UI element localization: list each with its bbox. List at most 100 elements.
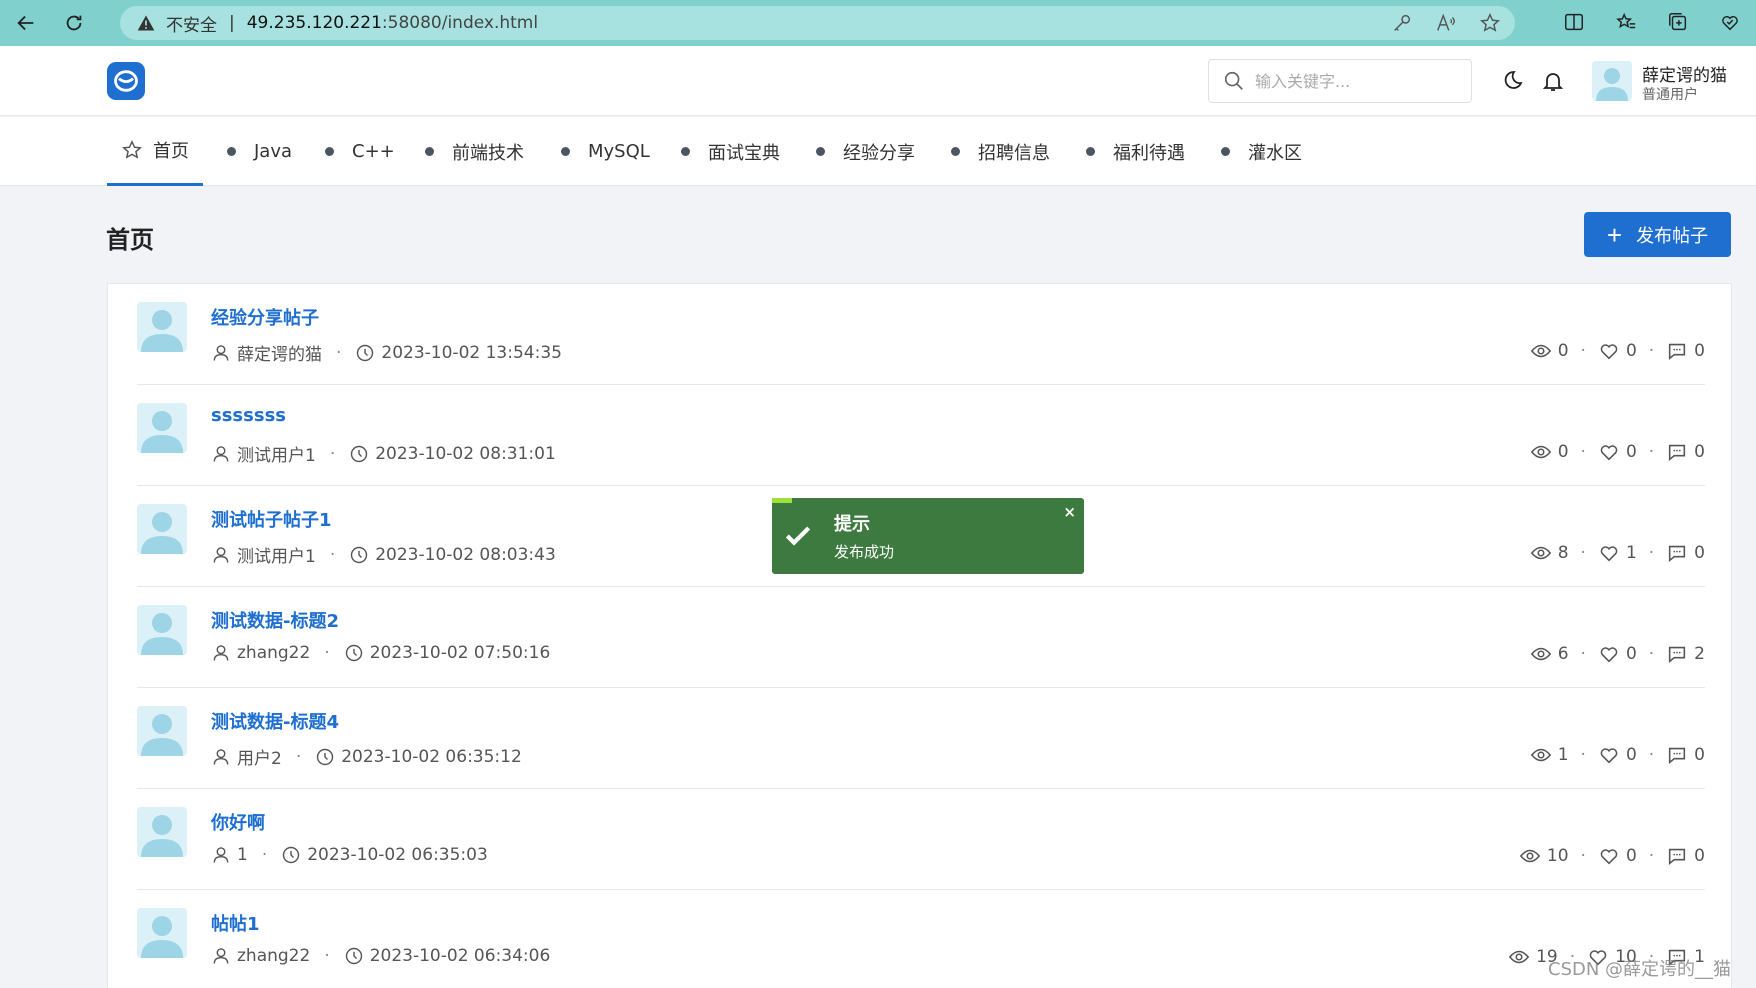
key-icon[interactable] xyxy=(1391,12,1413,34)
back-icon[interactable] xyxy=(6,3,46,43)
post-row[interactable]: 测试数据-标题2 zhang22 · 2023-10-02 07:50:16 6 · 0 · 2 xyxy=(137,587,1705,688)
like-count: 0 xyxy=(1625,442,1637,462)
post-time: 2023-10-02 08:31:01 xyxy=(375,443,556,464)
post-title[interactable]: 测试数据-标题4 xyxy=(211,708,339,734)
comment-icon[interactable] xyxy=(1666,542,1688,564)
nav-item-label: 福利待遇 xyxy=(1113,142,1185,164)
nav-item-jobs[interactable]: 招聘信息 xyxy=(951,117,1050,186)
read-aloud-icon[interactable] xyxy=(1435,12,1457,34)
post-title[interactable]: 测试帖子帖子1 xyxy=(211,506,332,532)
post-author[interactable]: 1 xyxy=(237,845,248,865)
view-count: 8 xyxy=(1557,543,1569,563)
stats-separator: · xyxy=(1580,846,1586,866)
stats-separator: · xyxy=(1648,543,1655,563)
clock-icon xyxy=(344,946,364,966)
author-avatar[interactable] xyxy=(137,504,187,554)
publish-post-button[interactable]: + 发布帖子 xyxy=(1584,212,1731,257)
heart-icon[interactable] xyxy=(1598,542,1620,564)
author-avatar[interactable] xyxy=(137,605,187,655)
notification-bell-icon[interactable] xyxy=(1541,69,1565,93)
author-avatar[interactable] xyxy=(137,807,187,857)
browser-essentials-icon[interactable] xyxy=(1716,8,1744,36)
clock-icon xyxy=(349,545,369,565)
comment-icon[interactable] xyxy=(1666,441,1688,463)
search-box[interactable] xyxy=(1208,59,1472,103)
view-count: 6 xyxy=(1557,644,1569,664)
post-time: 2023-10-02 13:54:35 xyxy=(381,342,562,363)
user-icon xyxy=(211,343,231,363)
comment-icon[interactable] xyxy=(1666,340,1688,362)
user-icon xyxy=(211,845,231,865)
heart-icon[interactable] xyxy=(1598,845,1620,867)
bullet-icon xyxy=(951,147,960,156)
post-row[interactable]: 经验分享帖子 薛定谔的猫 · 2023-10-02 13:54:35 0 · 0 · 0 xyxy=(137,284,1705,385)
post-author[interactable]: 测试用户1 xyxy=(237,542,316,567)
stats-separator: · xyxy=(1580,644,1586,664)
nav-item-cpp[interactable]: C++ xyxy=(325,117,395,186)
favorite-icon[interactable] xyxy=(1479,12,1501,34)
post-title[interactable]: 帖帖1 xyxy=(211,910,260,936)
post-author[interactable]: 用户2 xyxy=(237,744,282,769)
heart-icon[interactable] xyxy=(1598,441,1620,463)
post-author[interactable]: 薛定谔的猫 xyxy=(237,340,322,365)
post-author[interactable]: zhang22 xyxy=(237,946,310,966)
close-icon[interactable]: × xyxy=(1063,503,1076,521)
nav-item-interview[interactable]: 面试宝典 xyxy=(681,117,780,186)
user-avatar[interactable] xyxy=(1592,61,1632,101)
post-title[interactable]: 经验分享帖子 xyxy=(211,304,319,330)
post-row[interactable]: 帖帖1 zhang22 · 2023-10-02 06:34:06 19 · 10 · 1 xyxy=(137,890,1705,988)
clock-icon xyxy=(344,643,364,663)
eye-icon xyxy=(1530,542,1552,564)
nav-item-water[interactable]: 灌水区 xyxy=(1221,117,1302,186)
post-stats: 0 · 0 · 0 xyxy=(1530,340,1705,362)
author-avatar[interactable] xyxy=(137,403,187,453)
nav-item-label: 招聘信息 xyxy=(978,142,1050,164)
post-list: 经验分享帖子薛定谔的猫 · 2023-10-02 13:54:35 0 · 0 · 0 ssss… xyxy=(107,283,1732,988)
browser-toolbar: 不安全 | 49.235.120.221:58080/index.html xyxy=(0,0,1756,46)
nav-item-java[interactable]: Java xyxy=(227,117,292,186)
user-name[interactable]: 薛定谔的猫 xyxy=(1642,61,1727,86)
collections-icon[interactable] xyxy=(1664,8,1692,36)
nav-item-label: 灌水区 xyxy=(1248,142,1302,164)
refresh-icon[interactable] xyxy=(54,3,94,43)
heart-icon[interactable] xyxy=(1598,340,1620,362)
nav-item-label: MySQL xyxy=(588,141,650,162)
post-row[interactable]: sssssss 测试用户1 · 2023-10-02 08:31:01 0 · 0 · 0 xyxy=(137,385,1705,486)
site-logo[interactable] xyxy=(107,62,145,100)
clock-icon xyxy=(315,747,335,767)
comment-icon[interactable] xyxy=(1666,744,1688,766)
nav-item-label: Java xyxy=(254,141,293,162)
post-title[interactable]: 你好啊 xyxy=(211,809,265,835)
split-screen-icon[interactable] xyxy=(1560,8,1588,36)
post-row[interactable]: 测试数据-标题4 用户2 · 2023-10-02 06:35:12 1 · 0 · 0 xyxy=(137,688,1705,789)
search-input[interactable] xyxy=(1255,71,1455,91)
favorites-icon[interactable] xyxy=(1612,8,1640,36)
post-author[interactable]: 测试用户1 xyxy=(237,441,316,466)
bullet-icon xyxy=(227,147,236,156)
address-bar[interactable]: 不安全 | 49.235.120.221:58080/index.html xyxy=(120,6,1515,40)
bullet-icon xyxy=(816,147,825,156)
comment-icon[interactable] xyxy=(1666,845,1688,867)
nav-item-experience[interactable]: 经验分享 xyxy=(816,117,915,186)
author-avatar[interactable] xyxy=(137,706,187,756)
nav-item-benefits[interactable]: 福利待遇 xyxy=(1086,117,1185,186)
post-author[interactable]: zhang22 xyxy=(237,643,310,663)
post-title[interactable]: 测试数据-标题2 xyxy=(211,607,339,633)
heart-icon[interactable] xyxy=(1598,744,1620,766)
dark-mode-icon[interactable] xyxy=(1500,69,1524,93)
nav-item-mysql[interactable]: MySQL xyxy=(561,117,650,186)
nav-item-label: C++ xyxy=(352,141,395,162)
toast-title: 提示 xyxy=(834,514,870,535)
author-avatar[interactable] xyxy=(137,302,187,352)
author-avatar[interactable] xyxy=(137,908,187,958)
post-title[interactable]: sssssss xyxy=(211,405,286,426)
post-row[interactable]: 你好啊 1 · 2023-10-02 06:35:03 10 · 0 · 0 xyxy=(137,789,1705,890)
post-stats: 1 · 0 · 0 xyxy=(1530,744,1705,766)
comment-icon[interactable] xyxy=(1666,643,1688,665)
nav-item-frontend[interactable]: 前端技术 xyxy=(425,117,524,186)
meta-separator: · xyxy=(324,946,330,966)
heart-icon[interactable] xyxy=(1598,643,1620,665)
stats-separator: · xyxy=(1648,644,1655,664)
nav-item-home[interactable]: 首页 xyxy=(107,117,203,186)
like-count: 0 xyxy=(1625,846,1637,866)
